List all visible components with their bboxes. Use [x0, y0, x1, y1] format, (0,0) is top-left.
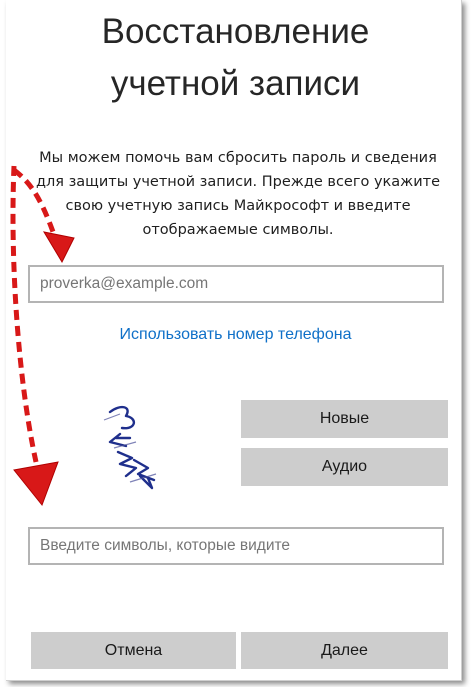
email-input[interactable]: [28, 265, 444, 303]
instructions-text: Мы можем помочь вам сбросить пароль и св…: [35, 150, 441, 238]
use-phone-number-link[interactable]: Использовать номер телефона: [0, 326, 471, 344]
audio-captcha-button[interactable]: Аудио: [241, 448, 448, 486]
next-button[interactable]: Далее: [241, 632, 448, 669]
page-title: Восстановление учетной записи: [0, 6, 471, 110]
page-title-line-2: учетной записи: [110, 64, 361, 103]
captcha-input[interactable]: [28, 527, 444, 565]
new-captcha-button[interactable]: Новые: [241, 400, 448, 438]
captcha-image: [103, 405, 157, 490]
page-title-line-1: Восстановление: [101, 12, 370, 51]
cancel-button[interactable]: Отмена: [31, 632, 236, 669]
